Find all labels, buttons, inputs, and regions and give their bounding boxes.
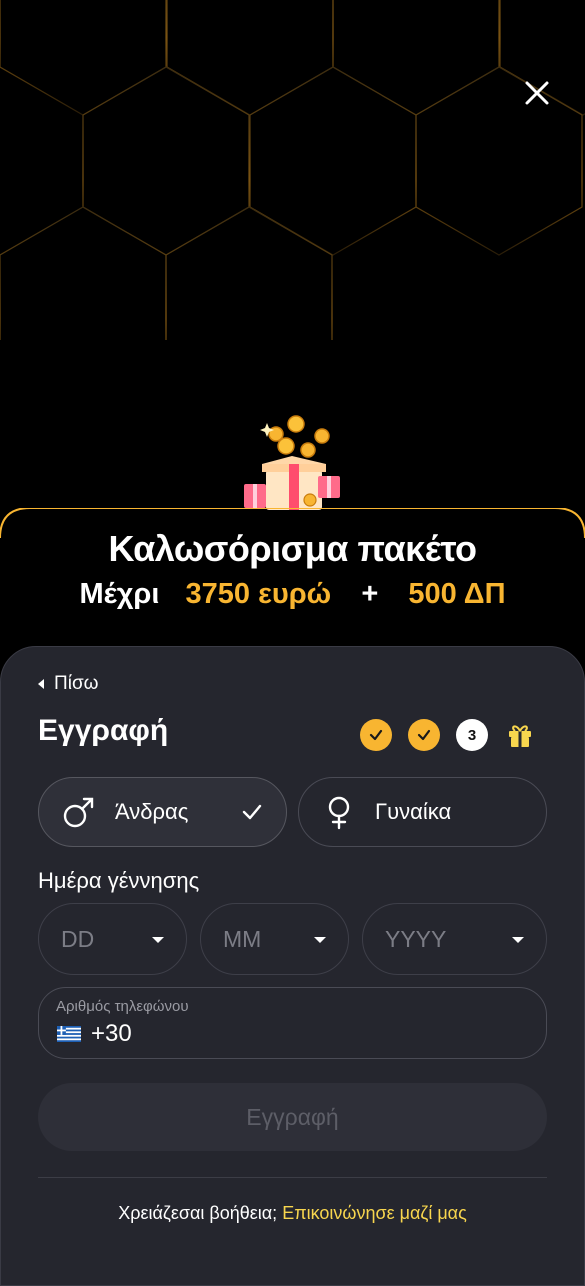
divider — [38, 1177, 547, 1178]
chevron-down-icon — [314, 937, 326, 943]
phone-input[interactable]: Αριθμός τηλεφώνου +30 — [38, 987, 547, 1059]
close-button[interactable] — [516, 72, 558, 114]
honeycomb-background — [0, 0, 585, 340]
promo-title: Καλωσόρισμα πακέτο — [108, 528, 477, 569]
chevron-down-icon — [512, 937, 524, 943]
step-3-current: 3 — [456, 719, 488, 751]
dob-month-placeholder: MM — [223, 925, 262, 952]
female-icon — [328, 796, 350, 830]
promo-bonus: 500 ΔΠ — [408, 578, 506, 610]
dob-label: Ημέρα γέννησης — [38, 868, 200, 893]
close-icon — [525, 81, 549, 105]
chevron-down-icon — [152, 937, 164, 943]
back-label: Πίσω — [54, 673, 99, 694]
step-2-complete — [408, 719, 440, 751]
help-footer: Χρειάζεσαι βοήθεια; Επικοινώνησε μαζί μα… — [0, 1203, 585, 1224]
check-icon — [242, 804, 262, 820]
dob-month-select[interactable]: MM — [200, 903, 349, 975]
dob-day-placeholder: DD — [61, 925, 95, 952]
gender-male-option[interactable]: Άνδρας — [38, 777, 287, 847]
phone-label: Αριθμός τηλεφώνου — [56, 998, 189, 1015]
greece-flag-icon — [57, 1026, 81, 1042]
gift-icon — [504, 719, 536, 751]
promo-plus: + — [361, 578, 379, 610]
page-title: Εγγραφή — [38, 714, 169, 747]
dob-day-select[interactable]: DD — [38, 903, 187, 975]
check-icon — [417, 729, 431, 741]
gender-male-label: Άνδρας — [115, 799, 189, 824]
step-1-complete — [360, 719, 392, 751]
help-text: Χρειάζεσαι βοήθεια; — [118, 1203, 278, 1223]
phone-country-code: +30 — [91, 1020, 132, 1047]
progress-steps: 3 — [360, 719, 536, 751]
male-icon — [63, 797, 94, 828]
dob-year-select[interactable]: YYYY — [362, 903, 547, 975]
gender-female-option[interactable]: Γυναίκα — [298, 777, 547, 847]
gender-female-label: Γυναίκα — [375, 799, 452, 824]
chevron-left-icon — [38, 679, 44, 689]
promo-offer: Μέχρι 3750 ευρώ + 500 ΔΠ — [0, 578, 585, 611]
promo-amount: 3750 ευρώ — [185, 578, 332, 610]
contact-us-link[interactable]: Επικοινώνησε μαζί μας — [282, 1203, 467, 1223]
register-button[interactable]: Εγγραφή — [38, 1083, 547, 1151]
back-button[interactable]: Πίσω — [38, 672, 99, 696]
dob-year-placeholder: YYYY — [385, 925, 447, 952]
promo-prefix: Μέχρι — [79, 578, 160, 610]
check-icon — [369, 729, 383, 741]
gift-coins-illustration — [244, 415, 340, 510]
